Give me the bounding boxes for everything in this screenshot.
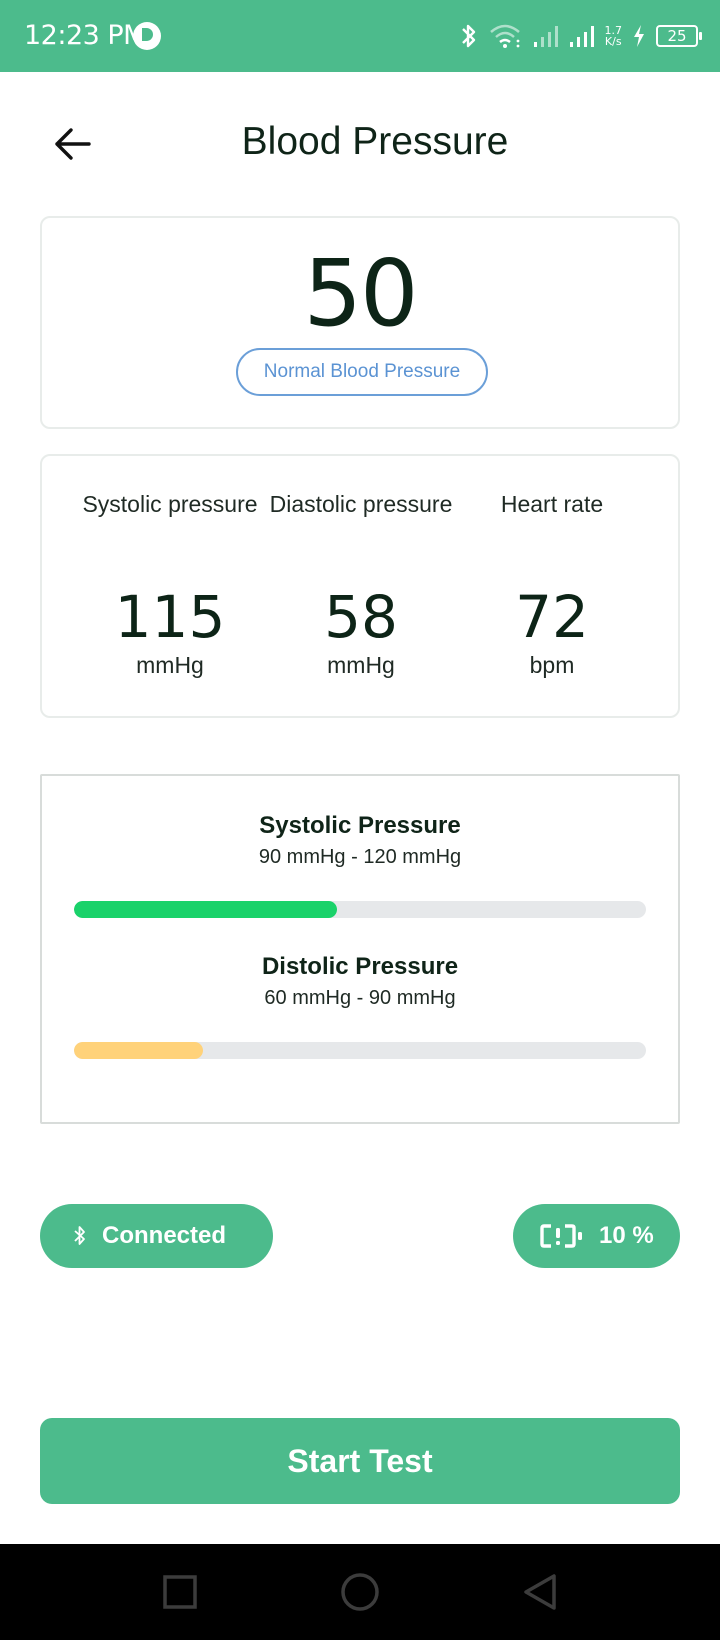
bluetooth-icon bbox=[461, 24, 475, 48]
metric-value: 58 bbox=[324, 583, 398, 651]
status-badge: Normal Blood Pressure bbox=[236, 348, 488, 396]
signal-icon bbox=[569, 26, 594, 47]
start-test-button[interactable]: Start Test bbox=[40, 1418, 680, 1504]
home-button[interactable] bbox=[336, 1568, 384, 1616]
metric-value: 72 bbox=[515, 583, 589, 651]
systolic-range: Systolic Pressure 90 mmHg - 120 mmHg bbox=[42, 812, 678, 869]
net-speed-unit: K/s bbox=[604, 35, 622, 48]
diastolic-range: Distolic Pressure 60 mmHg - 90 mmHg bbox=[42, 953, 678, 1010]
back-nav-button[interactable] bbox=[516, 1568, 564, 1616]
back-triangle-icon bbox=[524, 1574, 556, 1610]
metric-unit: mmHg bbox=[136, 652, 204, 678]
metric-systolic: Systolic pressure 115 mmHg bbox=[70, 490, 270, 679]
page-title: Blood Pressure bbox=[241, 120, 509, 163]
battery-icon: 25 bbox=[656, 25, 702, 47]
status-bar: 12:23 PM 1.7 K/s 25 bbox=[0, 0, 720, 72]
metric-label: Systolic pressure bbox=[82, 491, 258, 517]
metric-unit: bpm bbox=[529, 652, 575, 678]
device-battery-label: 10 % bbox=[599, 1222, 654, 1249]
low-battery-icon bbox=[540, 1224, 582, 1248]
device-battery-button[interactable]: 10 % bbox=[513, 1204, 680, 1268]
range-title: Systolic Pressure bbox=[259, 812, 461, 839]
recents-square-icon bbox=[163, 1575, 197, 1609]
metric-value: 115 bbox=[114, 583, 226, 651]
metrics-card: Systolic pressure 115 mmHg Diastolic pre… bbox=[40, 454, 680, 718]
home-circle-icon bbox=[341, 1573, 379, 1611]
systolic-progress-bar bbox=[74, 901, 646, 918]
charging-icon bbox=[634, 25, 644, 47]
diastolic-progress-bar bbox=[74, 1042, 646, 1059]
systolic-progress-fill bbox=[74, 901, 338, 918]
app-icon bbox=[133, 22, 161, 50]
score-card: 50 Normal Blood Pressure bbox=[40, 216, 680, 429]
metric-unit: mmHg bbox=[327, 652, 395, 678]
metric-diastolic: Diastolic pressure 58 mmHg bbox=[261, 490, 461, 679]
range-values: 90 mmHg - 120 mmHg bbox=[258, 846, 462, 868]
bluetooth-icon bbox=[74, 1226, 85, 1245]
metric-label: Diastolic pressure bbox=[269, 491, 453, 517]
range-title: Distolic Pressure bbox=[261, 953, 459, 980]
signal-icon bbox=[533, 26, 558, 47]
connected-button[interactable]: Connected bbox=[40, 1204, 273, 1268]
status-time: 12:23 PM bbox=[24, 20, 146, 51]
recents-button[interactable] bbox=[156, 1568, 204, 1616]
metric-label: Heart rate bbox=[500, 491, 604, 517]
connected-label: Connected bbox=[102, 1222, 227, 1249]
net-speed: 1.7 K/s bbox=[605, 25, 623, 47]
metric-heart-rate: Heart rate 72 bpm bbox=[452, 490, 652, 679]
status-icons: 1.7 K/s 25 bbox=[459, 18, 702, 54]
wifi-icon bbox=[489, 24, 520, 48]
range-values: 60 mmHg - 90 mmHg bbox=[264, 987, 456, 1009]
diastolic-progress-fill bbox=[74, 1042, 203, 1059]
system-nav-bar bbox=[0, 1544, 720, 1640]
score-value: 50 bbox=[303, 240, 418, 347]
ranges-card: Systolic Pressure 90 mmHg - 120 mmHg Dis… bbox=[40, 774, 680, 1124]
